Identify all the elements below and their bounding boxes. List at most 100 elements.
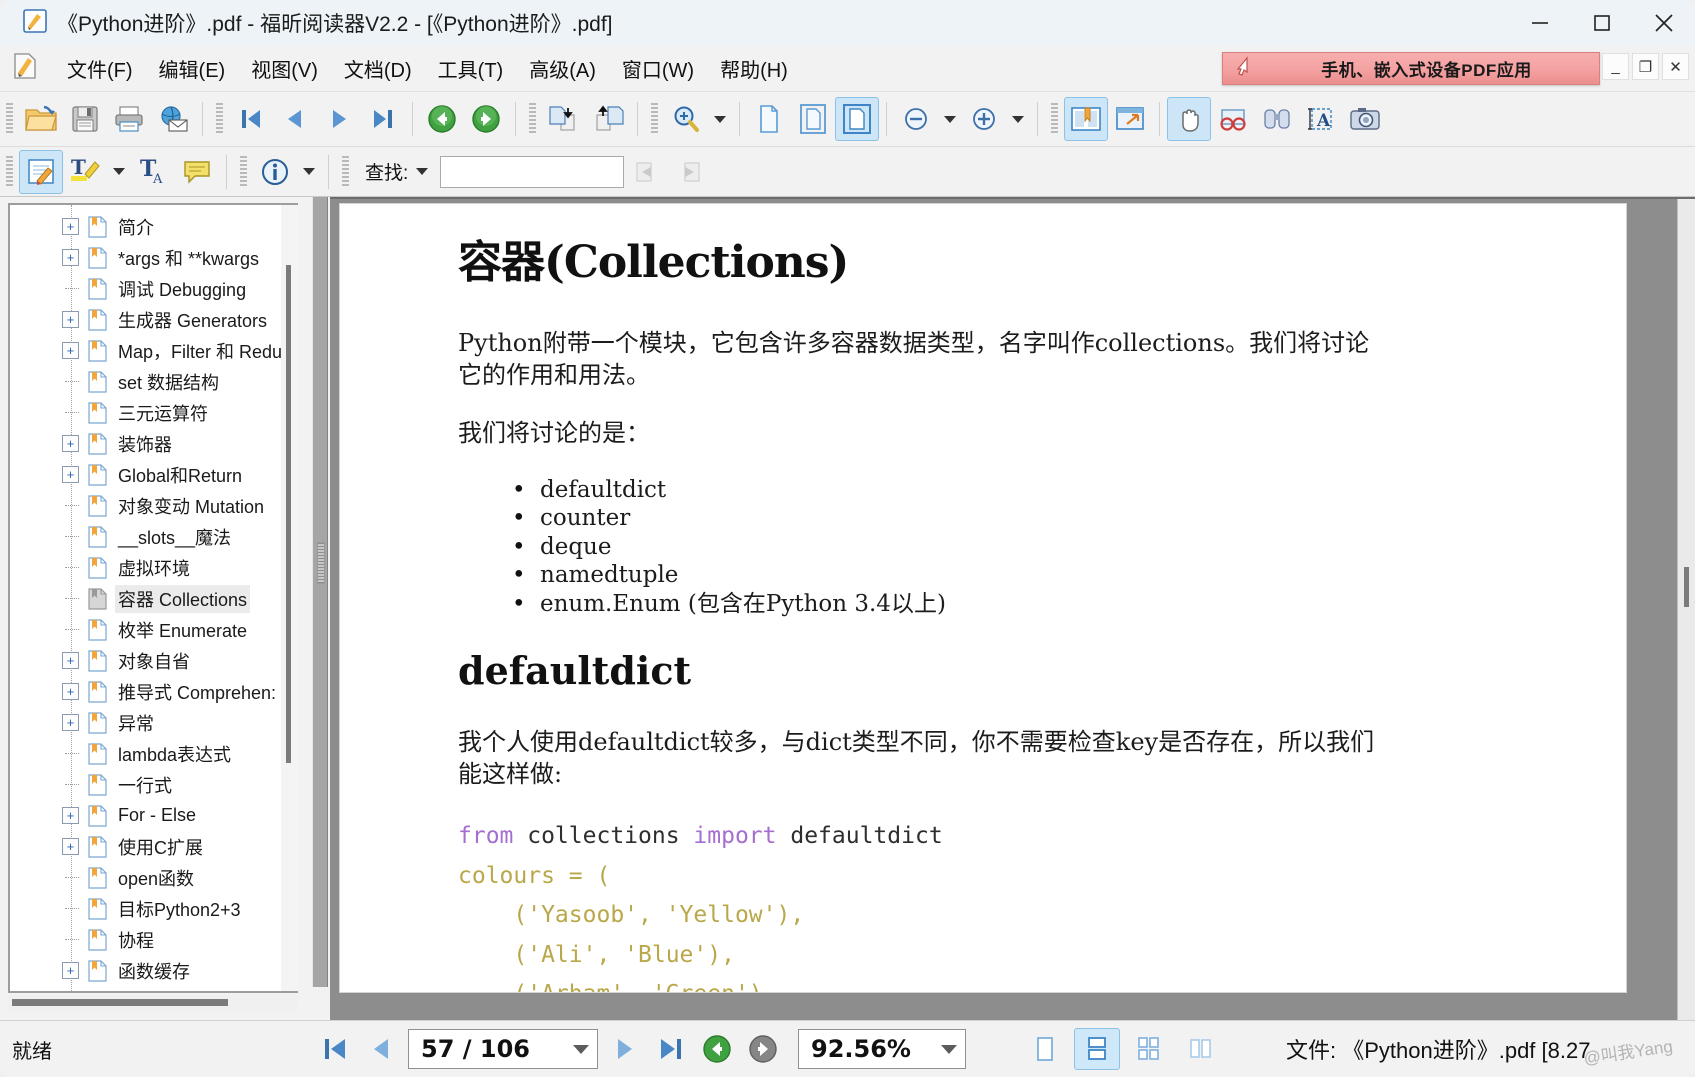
- zoom-dropdown-caret-icon[interactable]: [708, 97, 732, 141]
- panel-splitter[interactable]: [310, 197, 330, 1020]
- zoom-tool-button[interactable]: [664, 97, 708, 141]
- bookmark-item[interactable]: set 数据结构: [10, 366, 298, 397]
- expand-toggle-icon[interactable]: +: [62, 962, 79, 979]
- promo-banner[interactable]: 手机、嵌入式设备PDF应用: [1222, 52, 1600, 85]
- save-button[interactable]: [63, 97, 107, 141]
- fit-page-button[interactable]: [791, 97, 835, 141]
- expand-toggle-icon[interactable]: +: [62, 249, 79, 266]
- expand-toggle-icon[interactable]: +: [62, 652, 79, 669]
- select-text-button[interactable]: A: [1299, 97, 1343, 141]
- go-forward-button[interactable]: [464, 97, 508, 141]
- bookmarks-vertical-scrollbar[interactable]: [281, 205, 298, 991]
- toolbar-grip[interactable]: [216, 103, 223, 135]
- next-page-button[interactable]: [317, 97, 361, 141]
- fit-width-button[interactable]: [835, 97, 879, 141]
- info-dropdown-caret-icon[interactable]: [297, 150, 321, 194]
- email-button[interactable]: [151, 97, 195, 141]
- full-screen-button[interactable]: [1108, 97, 1152, 141]
- bookmarks-horizontal-scrollbar[interactable]: [8, 995, 298, 1011]
- zoom-in-button[interactable]: [962, 97, 1006, 141]
- mdi-minimize-button[interactable]: _: [1602, 53, 1629, 80]
- expand-toggle-icon[interactable]: +: [62, 714, 79, 731]
- bookmark-item[interactable]: + 生成器 Generators: [10, 304, 298, 335]
- menu-edit[interactable]: 编辑(E): [146, 52, 239, 85]
- toolbar-grip[interactable]: [651, 103, 658, 135]
- menu-view[interactable]: 视图(V): [238, 52, 331, 85]
- edit-annotate-button[interactable]: [19, 149, 63, 194]
- bookmark-item[interactable]: + 简介: [10, 211, 298, 242]
- bookmark-item[interactable]: + 函数缓存: [10, 955, 298, 986]
- splitter-bar[interactable]: [312, 197, 328, 987]
- read-mode-button[interactable]: [1211, 97, 1255, 141]
- page-number-box[interactable]: 57 / 106: [408, 1029, 598, 1069]
- bookmark-item[interactable]: 三元运算符: [10, 397, 298, 428]
- highlight-button[interactable]: T: [63, 150, 107, 194]
- find-previous-button[interactable]: [624, 150, 668, 194]
- splitter-grip[interactable]: [317, 542, 325, 584]
- status-last-page-button[interactable]: [648, 1027, 694, 1071]
- find-input[interactable]: [440, 155, 625, 188]
- bookmark-panel-button[interactable]: [1064, 97, 1108, 141]
- expand-toggle-icon[interactable]: +: [62, 838, 79, 855]
- toolbar-grip[interactable]: [342, 155, 349, 188]
- document-vertical-scrollbar[interactable]: [1677, 199, 1695, 1020]
- rotate-counterclockwise-button[interactable]: [586, 97, 630, 141]
- mdi-restore-button[interactable]: ❐: [1632, 53, 1659, 80]
- zoom-dropdown-caret-icon[interactable]: [941, 1044, 957, 1054]
- actual-size-button[interactable]: [747, 97, 791, 141]
- page-dropdown-caret-icon[interactable]: [573, 1044, 589, 1054]
- first-page-button[interactable]: [229, 97, 273, 141]
- expand-toggle-icon[interactable]: +: [62, 807, 79, 824]
- maximize-button[interactable]: [1571, 0, 1633, 46]
- bookmark-item[interactable]: + Map，Filter 和 Redu: [10, 335, 298, 366]
- menu-window[interactable]: 窗口(W): [609, 52, 707, 85]
- find-button[interactable]: [1255, 97, 1299, 141]
- hand-tool-button[interactable]: [1167, 97, 1211, 141]
- expand-toggle-icon[interactable]: +: [62, 683, 79, 700]
- bookmarks-hscroll-thumb[interactable]: [12, 999, 228, 1006]
- menu-document[interactable]: 文档(D): [331, 52, 425, 85]
- status-go-forward-button[interactable]: [740, 1027, 786, 1071]
- find-next-button[interactable]: [668, 150, 712, 194]
- zoom-in-dropdown-caret-icon[interactable]: [1006, 97, 1030, 141]
- zoom-level-box[interactable]: 92.56%: [798, 1029, 966, 1069]
- text-tool-button[interactable]: T A: [131, 150, 175, 194]
- bookmark-item[interactable]: 枚举 Enumerate: [10, 614, 298, 645]
- bookmark-item[interactable]: 虚拟环境: [10, 552, 298, 583]
- bookmark-item[interactable]: + 异常: [10, 707, 298, 738]
- toolbar-grip[interactable]: [529, 103, 536, 135]
- expand-toggle-icon[interactable]: +: [62, 435, 79, 452]
- menu-advanced[interactable]: 高级(A): [516, 52, 609, 85]
- rotate-clockwise-button[interactable]: [542, 97, 586, 141]
- expand-toggle-icon[interactable]: +: [62, 342, 79, 359]
- toolbar-grip[interactable]: [6, 155, 13, 188]
- expand-toggle-icon[interactable]: +: [62, 466, 79, 483]
- document-info-button[interactable]: [253, 150, 297, 194]
- bookmark-item[interactable]: 容器 Collections: [10, 583, 298, 614]
- status-go-back-button[interactable]: [694, 1027, 740, 1071]
- comment-button[interactable]: [175, 150, 219, 194]
- status-first-page-button[interactable]: [312, 1027, 358, 1071]
- document-viewport[interactable]: 容器(Collections) Python附带一个模块，它包含许多容器数据类型…: [330, 197, 1695, 1020]
- close-button[interactable]: [1633, 0, 1695, 46]
- bookmark-item[interactable]: lambda表达式: [10, 738, 298, 769]
- bookmark-item[interactable]: + 对象自省: [10, 645, 298, 676]
- bookmark-item[interactable]: __slots__魔法: [10, 521, 298, 552]
- zoom-out-dropdown-caret-icon[interactable]: [938, 97, 962, 141]
- previous-page-button[interactable]: [273, 97, 317, 141]
- status-previous-page-button[interactable]: [358, 1027, 404, 1071]
- print-button[interactable]: [107, 97, 151, 141]
- bookmark-item[interactable]: 调试 Debugging: [10, 273, 298, 304]
- document-scroll-thumb[interactable]: [1684, 567, 1689, 607]
- mdi-close-button[interactable]: ✕: [1662, 53, 1689, 80]
- go-back-button[interactable]: [420, 97, 464, 141]
- find-dropdown-caret-icon[interactable]: [410, 150, 434, 194]
- expand-toggle-icon[interactable]: +: [62, 311, 79, 328]
- bookmark-item[interactable]: 目标Python2+3: [10, 893, 298, 924]
- bookmark-item[interactable]: open函数: [10, 862, 298, 893]
- zoom-out-button[interactable]: [894, 97, 938, 141]
- status-next-page-button[interactable]: [602, 1027, 648, 1071]
- facing-grid-view-button[interactable]: [1126, 1028, 1172, 1070]
- bookmark-item[interactable]: + 使用C扩展: [10, 831, 298, 862]
- bookmark-item[interactable]: + 推导式 Comprehen:: [10, 676, 298, 707]
